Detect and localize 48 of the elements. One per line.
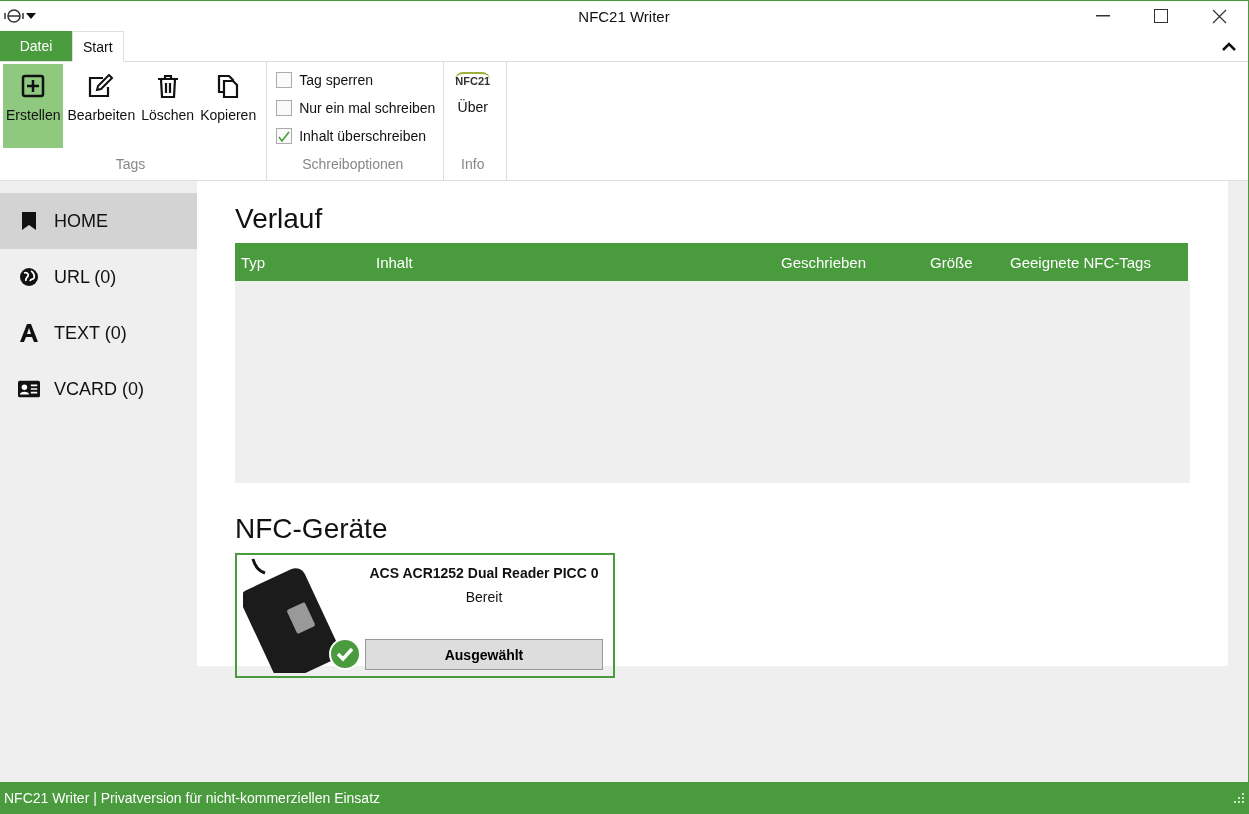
copy-icon: [217, 74, 240, 98]
device-status: Bereit: [465, 589, 503, 605]
collapse-ribbon-icon[interactable]: [1222, 41, 1236, 51]
checkbox[interactable]: [276, 100, 293, 116]
window-title: NFC21 Writer: [578, 7, 670, 25]
checkbox-label: Inhalt überschreiben: [299, 128, 427, 144]
close-icon: [1211, 8, 1227, 24]
sidebar-item[interactable]: VCARD (0): [0, 361, 197, 417]
group-label: Info: [460, 156, 486, 174]
select-device-button[interactable]: Ausgewählt: [365, 639, 603, 670]
sidebar-item[interactable]: HOME: [0, 193, 197, 249]
checkbox[interactable]: [276, 128, 293, 144]
maximize-icon: [1154, 9, 1168, 23]
sidebar-item[interactable]: TEXT (0): [0, 305, 197, 361]
nfc21-logo: NFC21: [455, 72, 491, 87]
about-button[interactable]: Über: [457, 99, 488, 115]
sidebar-item[interactable]: URL (0): [0, 249, 197, 305]
resize-grip-icon[interactable]: [1233, 792, 1245, 804]
ribbon-tab[interactable]: Start: [72, 31, 124, 62]
file-menu-tab[interactable]: Datei: [0, 31, 72, 61]
device-name: ACS ACR1252 Dual Reader PICC 0: [369, 565, 599, 581]
ribbon-button[interactable]: Erstellen: [3, 64, 64, 148]
contact-card-icon: [18, 380, 40, 398]
checkbox-label: Tag sperren: [299, 72, 374, 88]
device-card[interactable]: ACS ACR1252 Dual Reader PICC 0 Bereit Ausgewählt: [235, 553, 615, 678]
checkbox[interactable]: [276, 72, 293, 88]
group-label: Tags: [114, 156, 147, 174]
column-header: Geeignete NFC-Tags: [1010, 253, 1152, 271]
checkbox-label: Nur ein mal schreiben: [299, 100, 436, 116]
group-label: Schreiboptionen: [301, 156, 405, 174]
section-heading: NFC-Geräte: [235, 513, 389, 545]
ribbon-button[interactable]: Kopieren: [198, 64, 259, 148]
section-heading: Verlauf: [235, 203, 324, 235]
status-text: NFC21 Writer | Privatversion für nicht-kommerziellen Einsatz: [4, 790, 381, 806]
globe-icon: [18, 267, 40, 287]
plus-square-icon: [21, 74, 46, 98]
ribbon-button[interactable]: Bearbeiten: [65, 64, 138, 148]
column-header: Geschrieben: [781, 253, 868, 271]
trash-icon: [156, 74, 179, 98]
edit-icon: [87, 74, 116, 98]
dropdown-caret-icon[interactable]: [26, 12, 36, 20]
letter-a-icon: [18, 323, 40, 343]
minimize-icon: [1096, 15, 1110, 17]
column-header: Typ: [241, 253, 267, 271]
app-logo-icon[interactable]: [4, 9, 24, 23]
column-header: Inhalt: [376, 253, 414, 271]
column-header: Größe: [930, 253, 974, 271]
ribbon-button[interactable]: Löschen: [139, 64, 197, 148]
